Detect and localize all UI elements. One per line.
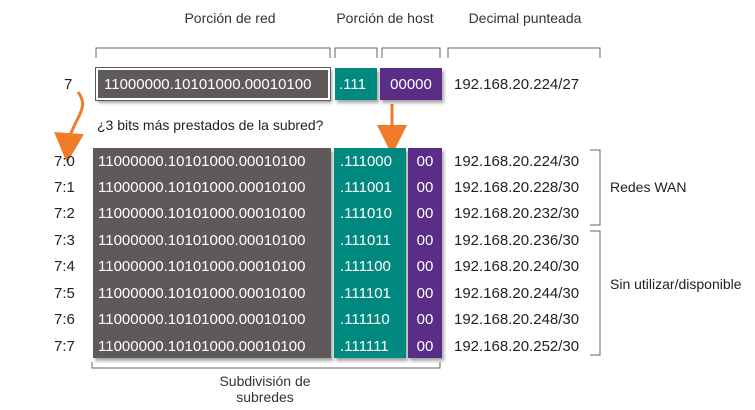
row-host-bits: 00	[416, 337, 434, 355]
network-bracket	[95, 47, 331, 58]
row-address: 192.168.20.224/30	[454, 153, 580, 170]
row-network-bits: 11000000.10101000.00010100	[98, 310, 306, 328]
row-label: 7:4	[54, 258, 75, 275]
row-address: 192.168.20.240/30	[454, 258, 580, 275]
row-subnet-bits: .111100	[340, 257, 391, 275]
row-address: 192.168.20.244/30	[454, 285, 580, 302]
row-address: 192.168.20.252/30	[454, 338, 580, 355]
top-address: 192.168.20.224/27	[454, 76, 580, 93]
row-subnet-bits: .111000	[340, 152, 392, 170]
top-network-bits: 11000000.10101000.00010100	[95, 67, 331, 101]
row-subnet-bits: .111111	[340, 337, 389, 355]
row-host-bits: 00	[416, 284, 434, 302]
brace-wan	[590, 149, 601, 226]
brace-unused	[590, 230, 601, 356]
row-host-bits: 00	[416, 178, 434, 196]
decimal-bracket	[447, 47, 601, 58]
row-network-bits: 11000000.10101000.00010100	[98, 284, 306, 302]
row-label: 7:2	[54, 205, 75, 222]
row-subnet-bits: .111001	[340, 178, 392, 196]
row-label: 7:7	[54, 338, 75, 355]
row-subnet-bits: .111101	[340, 284, 391, 302]
row-host-bits: 00	[416, 310, 434, 328]
row-label: 7:6	[54, 311, 75, 328]
row-subnet-bits: .111110	[340, 310, 390, 328]
host-bracket-right	[381, 47, 441, 58]
row-network-bits: 11000000.10101000.00010100	[98, 257, 306, 275]
row-network-bits: 11000000.10101000.00010100	[98, 337, 306, 355]
top-row-label: 7	[64, 76, 73, 93]
arrow-left	[54, 91, 85, 163]
row-address: 192.168.20.232/30	[454, 205, 580, 222]
bottom-bracket	[91, 362, 441, 369]
row-address: 192.168.20.248/30	[454, 311, 580, 328]
row-address: 192.168.20.236/30	[454, 232, 580, 249]
row-address: 192.168.20.228/30	[454, 179, 580, 196]
row-label: 7:5	[54, 285, 75, 302]
question-text: ¿3 bits más prestados de la subred?	[97, 117, 324, 133]
row-host-bits: 00	[416, 257, 434, 275]
top-host-bits: .111	[335, 68, 377, 100]
row-host-bits: 00	[416, 231, 434, 249]
row-subnet-bits: .111010	[340, 204, 392, 222]
top-remaining-bits: 00000	[380, 68, 442, 100]
row-label: 7:3	[54, 232, 75, 249]
row-network-bits: 11000000.10101000.00010100	[98, 204, 306, 222]
group-label-unused: Sin utilizar/disponible	[610, 276, 742, 292]
host-bracket-left	[334, 47, 378, 58]
row-label: 7:0	[54, 153, 75, 170]
group-label-wan: Redes WAN	[610, 179, 687, 195]
row-subnet-bits: .111011	[340, 231, 391, 249]
row-network-bits: 11000000.10101000.00010100	[98, 231, 306, 249]
row-network-bits: 11000000.10101000.00010100	[98, 178, 306, 196]
row-host-bits: 00	[416, 204, 434, 222]
row-network-bits: 11000000.10101000.00010100	[98, 152, 306, 170]
row-host-bits: 00	[416, 152, 434, 170]
footer-caption: Subdivisión de subredes	[219, 373, 311, 405]
row-label: 7:1	[54, 179, 75, 196]
